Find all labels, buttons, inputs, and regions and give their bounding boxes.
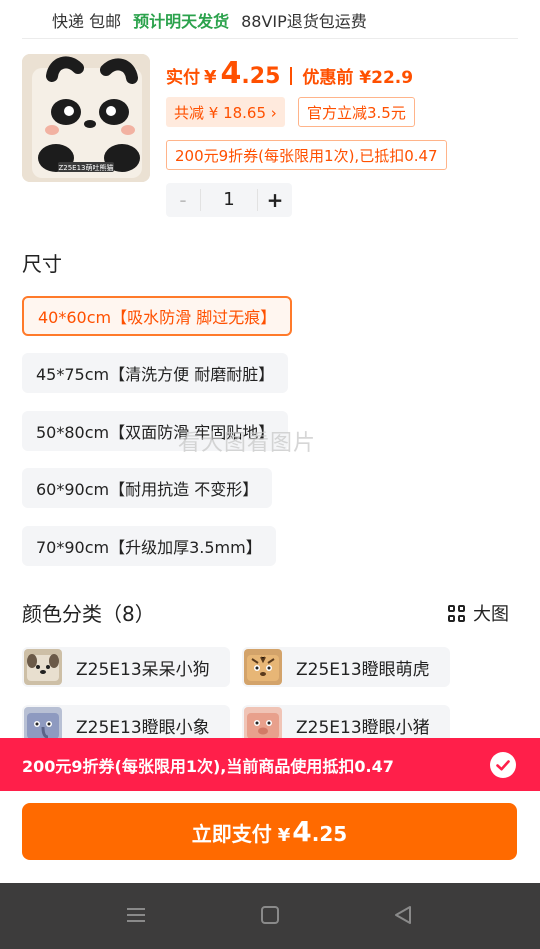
price-decimal: .25: [241, 64, 281, 89]
shipping-vip-return: 88VIP退货包运费: [241, 12, 367, 31]
system-navigation-bar: [0, 883, 540, 949]
quantity-value[interactable]: 1: [200, 189, 258, 211]
menu-icon[interactable]: [126, 905, 146, 929]
pay-label: 实付: [166, 68, 200, 88]
product-thumbnail[interactable]: Z25E13萌吐熊猫: [22, 54, 150, 182]
official-discount-chip: 官方立减3.5元: [298, 97, 415, 127]
color-option-label: Z25E13瞪眼小猪: [296, 717, 430, 738]
big-picture-toggle[interactable]: 大图: [448, 600, 509, 626]
quantity-stepper: - 1 +: [166, 183, 292, 217]
thumbnail-caption: Z25E13萌吐熊猫: [58, 163, 113, 172]
price-separator: [290, 67, 293, 85]
check-circle-icon[interactable]: [490, 752, 516, 778]
color-section-title: 颜色分类（8）: [22, 602, 155, 626]
home-square-icon[interactable]: [260, 905, 280, 929]
coupon-applied-chip: 200元9折券(每张限用1次),已抵扣0.47: [166, 140, 447, 170]
panda-doormat-thumbnail: Z25E13萌吐熊猫: [22, 54, 150, 182]
size-option-40x60[interactable]: 40*60cm【吸水防滑 脚过无痕】: [22, 296, 293, 336]
size-option-70x90[interactable]: 70*90cm【升级加厚3.5mm】: [22, 526, 276, 566]
coupon-bar-text: 200元9折券(每张限用1次),当前商品使用抵扣0.47: [22, 756, 394, 776]
shipping-express: 快递 包邮: [52, 12, 122, 31]
grid-icon: [448, 604, 465, 622]
size-option-45x75[interactable]: 45*75cm【清洗方便 耐磨耐脏】: [22, 353, 289, 393]
pay-button-label: 立即支付: [191, 822, 272, 846]
quantity-increase-button[interactable]: +: [258, 188, 292, 212]
color-option-dog[interactable]: Z25E13呆呆小狗: [22, 647, 230, 687]
price-before-discount: 优惠前 ¥22.9: [302, 68, 414, 88]
price-currency: ¥: [204, 67, 217, 88]
dog-swatch-icon: [24, 649, 62, 685]
color-option-tiger[interactable]: Z25E13瞪眼萌虎: [242, 647, 450, 687]
coupon-bar[interactable]: 200元9折券(每张限用1次),当前商品使用抵扣0.47: [0, 738, 540, 791]
pay-now-button[interactable]: 立即支付 ¥ 4 .25: [22, 803, 517, 860]
divider: [22, 38, 518, 39]
back-triangle-icon[interactable]: [393, 905, 413, 929]
watermark-text: 看大图看图片: [178, 431, 317, 456]
big-picture-label: 大图: [473, 604, 509, 625]
color-option-label: Z25E13瞪眼萌虎: [296, 659, 430, 680]
color-option-label: Z25E13瞪眼小象: [76, 717, 210, 738]
size-option-60x90[interactable]: 60*90cm【耐用抗造 不变形】: [22, 468, 273, 508]
quantity-decrease-button[interactable]: -: [166, 188, 200, 212]
size-section-title: 尺寸: [22, 252, 62, 276]
pay-button-price-integer: 4: [292, 815, 312, 848]
total-saved-chip[interactable]: 共减 ¥ 18.65 ›: [166, 97, 285, 127]
color-option-label: Z25E13呆呆小狗: [76, 659, 210, 680]
price-line: 实付 ¥ 4 .25 优惠前 ¥22.9: [166, 56, 413, 96]
price-integer: 4: [220, 56, 242, 91]
shipping-info-bar: 快递 包邮 预计明天发货 88VIP退货包运费: [0, 0, 540, 40]
pay-button-price-decimal: .25: [311, 822, 348, 846]
tiger-swatch-icon: [244, 649, 282, 685]
shipping-eta: 预计明天发货: [133, 12, 230, 31]
pay-button-currency: ¥: [277, 825, 291, 846]
